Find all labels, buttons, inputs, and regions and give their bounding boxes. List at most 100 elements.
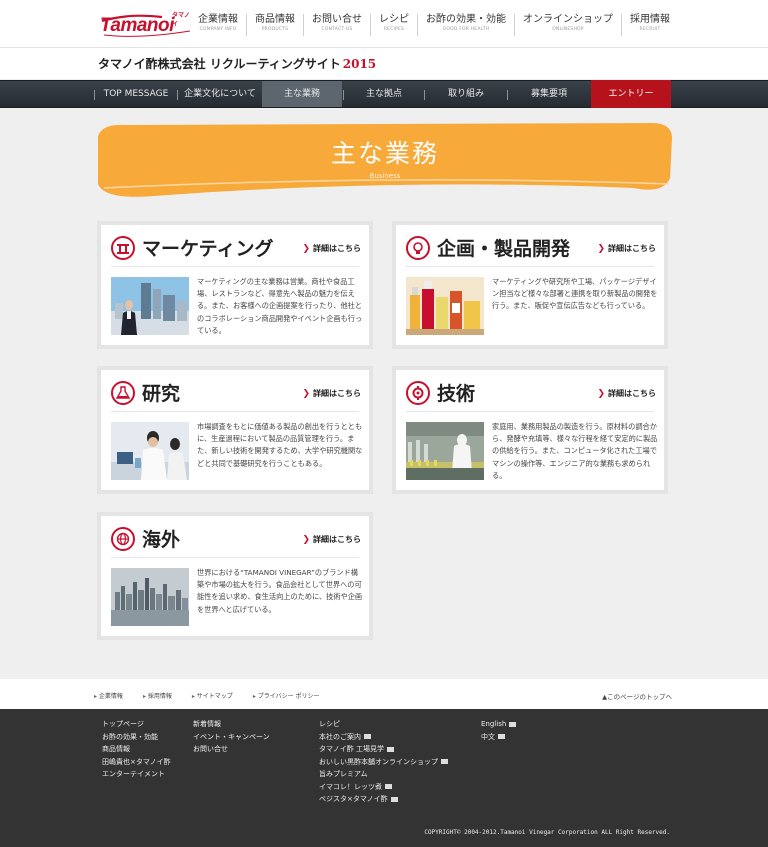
site-title-bar: タマノイ酢株式会社 リクルーティングサイト 2015 <box>0 48 768 79</box>
site-title[interactable]: タマノイ酢株式会社 リクルーティングサイト 2015 <box>98 55 376 72</box>
subnav-separator <box>177 90 178 100</box>
city-skyline-photo <box>111 568 189 626</box>
footer-item-chinese[interactable]: 中文 <box>481 731 516 744</box>
footer-item[interactable]: イマコレ！レッツ煮 <box>319 781 448 794</box>
chevron-right-icon: ❯ <box>597 389 605 399</box>
footer-item[interactable]: ベジスタ×タマノイ酢 <box>319 793 448 806</box>
footer-link-recruit[interactable]: 採用情報 <box>143 691 172 700</box>
card-description: 世界における“TAMANOI VINEGAR”のブランド構築や市場の拡大を行う。… <box>197 568 363 614</box>
subnav-top-message[interactable]: TOP MESSAGE <box>96 81 176 107</box>
footer-item[interactable]: エンターテイメント <box>102 768 171 781</box>
card-description: 市場調査をもとに価値ある製品の創出を行うとともに、生産過程において製品の品質管理… <box>197 422 363 468</box>
footer-item[interactable]: お問い合せ <box>193 743 270 756</box>
external-window-icon <box>390 796 398 802</box>
card-title: 企画・製品開発 <box>437 238 571 260</box>
copyright: COPYRIGHT© 2004-2012.Tamanoi Vinegar Cor… <box>424 829 670 836</box>
footer-item[interactable]: 商品情報 <box>102 743 171 756</box>
card-marketing: マーケティング ❯ 詳細はこちら マーケティングの主な業務は営業。商社や食品工場、… <box>97 221 373 349</box>
card-divider <box>111 411 359 412</box>
global-header: Tamanoi タマノイ 企業情報 COMPANY INFO 商品情報 PRODUC… <box>0 0 768 48</box>
card-divider <box>406 266 654 267</box>
external-window-icon <box>441 759 448 764</box>
footer-item[interactable]: レシピ <box>319 718 448 731</box>
chevron-right-icon: ❯ <box>597 244 605 254</box>
footer-link-company[interactable]: 企業情報 <box>94 691 123 700</box>
subnav-entry-button[interactable]: エントリー <box>591 80 671 108</box>
footer-sitemap: トップページ お酢の効果・効能 商品情報 田嶋貴也×タマノイ酢 エンターテイメン… <box>0 709 768 847</box>
card-divider <box>406 411 654 412</box>
card-title: 研究 <box>142 383 181 405</box>
subnav-requirements[interactable]: 募集要項 <box>509 81 589 107</box>
logo-wordmark: Tamanoi <box>100 15 174 36</box>
detail-link[interactable]: ❯ 詳細はこちら <box>597 388 656 399</box>
factory-photo <box>406 422 484 480</box>
page-subtitle: Business <box>369 172 401 180</box>
footer-item[interactable]: 新着情報 <box>193 718 270 731</box>
external-window-icon <box>385 784 392 789</box>
card-divider <box>111 266 359 267</box>
footer-item-english[interactable]: English <box>481 718 517 731</box>
footer-column-3: レシピ 本社のご案内 タマノイ酢 工場見学 おいしい黒酢本舗オンラインショップ … <box>319 718 448 806</box>
research-photo <box>111 422 189 480</box>
footer-column-1: トップページ お酢の効果・効能 商品情報 田嶋貴也×タマノイ酢 エンターテイメン… <box>102 718 171 781</box>
nav-contact[interactable]: お問い合せ CONTACT US <box>303 14 370 36</box>
marketing-icon <box>111 235 135 260</box>
card-overseas: 海外 ❯ 詳細はこちら 世界における“TAMANOI VINEGAR”のブランド構… <box>97 512 373 640</box>
footer-item[interactable]: 本社のご案内 <box>319 731 448 744</box>
subnav-separator <box>424 90 425 100</box>
footer-item[interactable]: イベント・キャンペーン <box>193 731 270 744</box>
detail-link[interactable]: ❯ 詳細はこちら <box>302 243 361 254</box>
external-window-icon <box>387 746 395 752</box>
lightbulb-icon <box>406 235 430 260</box>
nav-recruit[interactable]: 採用情報 RECRUIT <box>621 14 678 36</box>
card-technology: 技術 ❯ 詳細はこちら 家庭用、業務用製品の製造を行う。原材料の調合から、発酵や充… <box>392 366 668 494</box>
subnav-business[interactable]: 主な業務 <box>262 81 342 107</box>
footer-column-2: 新着情報 イベント・キャンペーン お問い合せ <box>193 718 270 756</box>
footer-column-4: English 中文 <box>481 718 517 744</box>
card-description: 家庭用、業務用製品の製造を行う。原材料の調合から、発酵や充填等、様々な行程を経て… <box>492 422 658 480</box>
nav-health[interactable]: お酢の効果・効能 GOOD FOR HEALTH <box>417 14 514 36</box>
card-title: マーケティング <box>142 238 274 260</box>
footer-item[interactable]: タマノイ酢 工場見学 <box>319 743 448 756</box>
global-nav: 企業情報 COMPANY INFO 商品情報 PRODUCTS お問い合せ CONTA… <box>190 14 678 36</box>
card-description: マーケティングや研究所や工場、パッケージデザイン担当など様々な部署と連携を取り新… <box>492 277 658 311</box>
footer-item[interactable]: トップページ <box>102 718 171 731</box>
page-top-link[interactable]: ▲このページのトップへ <box>602 691 672 701</box>
footer-item[interactable]: 田嶋貴也×タマノイ酢 <box>102 756 171 769</box>
subnav-separator <box>94 90 95 100</box>
card-title: 海外 <box>142 529 181 551</box>
external-window-icon <box>498 734 505 739</box>
tamanoi-logo[interactable]: Tamanoi タマノイ <box>100 12 194 37</box>
chevron-right-icon: ❯ <box>302 244 310 254</box>
chevron-right-icon: ❯ <box>302 389 310 399</box>
nav-products[interactable]: 商品情報 PRODUCTS <box>246 14 303 36</box>
detail-link[interactable]: ❯ 詳細はこちら <box>597 243 656 254</box>
footer-link-bar: 企業情報 採用情報 サイトマップ プライバシー ポリシー ▲このページのトップへ <box>0 679 768 709</box>
card-divider <box>111 557 359 558</box>
detail-link[interactable]: ❯ 詳細はこちら <box>302 534 361 545</box>
subnav-locations[interactable]: 主な拠点 <box>345 81 423 107</box>
nav-recipes[interactable]: レシピ RECIPES <box>370 14 417 36</box>
external-window-icon <box>364 734 371 739</box>
footer-link-privacy[interactable]: プライバシー ポリシー <box>253 691 320 700</box>
external-window-icon <box>509 721 517 727</box>
marketing-photo <box>111 277 189 335</box>
subnav-initiatives[interactable]: 取り組み <box>426 81 506 107</box>
globe-icon <box>111 526 135 551</box>
flask-icon <box>111 380 135 405</box>
products-photo <box>406 277 484 335</box>
card-product-development: 企画・製品開発 ❯ 詳細はこちら マーケティングや研究所や工場、パッケージデザイン… <box>392 221 668 349</box>
footer-item[interactable]: お酢の効果・効能 <box>102 731 171 744</box>
subnav-culture[interactable]: 企業文化について <box>179 81 261 107</box>
footer-item[interactable]: 旨みプレミアム <box>319 768 448 781</box>
chevron-right-icon: ❯ <box>302 535 310 545</box>
page-banner: 主な業務 Business <box>94 122 676 202</box>
nav-onlineshop[interactable]: オンラインショップ ONLINESHOP <box>514 14 621 36</box>
nav-company-info[interactable]: 企業情報 COMPANY INFO <box>190 14 246 36</box>
detail-link[interactable]: ❯ 詳細はこちら <box>302 388 361 399</box>
card-description: マーケティングの主な業務は営業。商社や食品工場、レストランなど、得意先へ製品の魅… <box>197 277 363 335</box>
footer-link-sitemap[interactable]: サイトマップ <box>192 691 233 700</box>
page-title: 主な業務 <box>330 139 439 168</box>
subnav-separator <box>507 90 508 100</box>
footer-item[interactable]: おいしい黒酢本舗オンラインショップ <box>319 756 448 769</box>
